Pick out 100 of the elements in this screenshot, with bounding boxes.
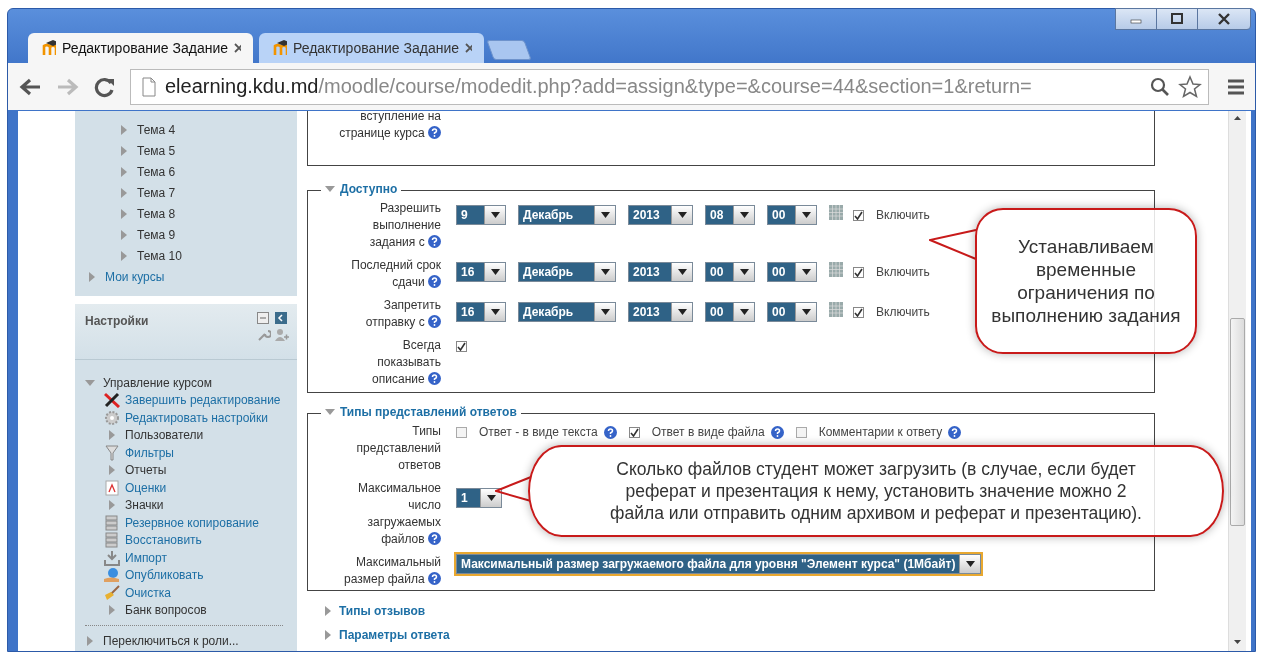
number-select[interactable]: 1: [456, 488, 502, 508]
calendar-icon[interactable]: [829, 204, 843, 220]
date-select[interactable]: 16: [456, 302, 506, 322]
expand-arrow-icon[interactable]: [121, 229, 127, 240]
date-select[interactable]: 00: [767, 262, 817, 282]
browser-tab[interactable]: Редактирование Задание: [259, 33, 484, 63]
search-icon[interactable]: [1150, 76, 1170, 97]
date-select[interactable]: 00: [705, 302, 755, 322]
tree-item[interactable]: Опубликовать: [125, 568, 204, 583]
tree-item[interactable]: Переключиться к роли...: [103, 633, 239, 648]
expand-arrow-icon[interactable]: [109, 430, 115, 441]
expand-arrow-icon[interactable]: [121, 208, 127, 219]
expand-arrow-icon[interactable]: [109, 605, 115, 616]
checkbox[interactable]: [795, 426, 807, 438]
tree-item[interactable]: Значки: [125, 498, 164, 513]
expand-arrow-icon[interactable]: [121, 124, 127, 135]
collapse-arrow-icon[interactable]: [325, 408, 335, 416]
date-select[interactable]: 08: [705, 205, 755, 225]
date-select[interactable]: 2013: [628, 302, 693, 322]
date-select[interactable]: 9: [456, 205, 506, 225]
tree-item[interactable]: Редактировать настройки: [125, 410, 269, 425]
date-select[interactable]: 2013: [628, 262, 693, 282]
minimize-icon[interactable]: [257, 311, 269, 324]
minimize-button[interactable]: [1115, 8, 1157, 30]
checkbox[interactable]: [456, 340, 467, 352]
date-select[interactable]: Декабрь: [518, 262, 616, 282]
close-icon[interactable]: [234, 43, 241, 53]
topic-link[interactable]: Тема 5: [137, 143, 176, 158]
calendar-icon[interactable]: [829, 261, 843, 277]
calendar-icon[interactable]: [829, 301, 843, 317]
topic-link[interactable]: Тема 10: [137, 248, 182, 263]
menu-icon[interactable]: [1227, 78, 1245, 95]
tree-item[interactable]: Пользователи: [125, 428, 204, 443]
dock-icon[interactable]: [275, 311, 287, 324]
star-icon[interactable]: [1178, 74, 1202, 99]
checkbox[interactable]: [853, 306, 864, 318]
expand-arrow-icon[interactable]: [325, 630, 332, 640]
checkbox[interactable]: [628, 426, 640, 438]
help-icon[interactable]: [428, 315, 441, 328]
section-legend[interactable]: Параметры ответа: [339, 628, 450, 642]
expand-arrow-icon[interactable]: [89, 271, 95, 282]
new-tab-button[interactable]: [486, 40, 532, 60]
server-icon: [104, 532, 120, 549]
help-icon[interactable]: [428, 572, 441, 585]
tree-item[interactable]: Банк вопросов: [125, 603, 207, 618]
help-icon[interactable]: [603, 425, 617, 439]
tree-item[interactable]: Завершить редактирование: [125, 393, 281, 408]
date-select[interactable]: Декабрь: [518, 205, 616, 225]
my-courses-link[interactable]: Мои курсы: [105, 269, 165, 284]
help-icon[interactable]: [428, 372, 441, 385]
browser-tab[interactable]: Редактирование Задание: [28, 33, 253, 63]
date-select[interactable]: 00: [767, 205, 817, 225]
expand-arrow-icon[interactable]: [121, 145, 127, 156]
tree-item[interactable]: Отчеты: [125, 463, 167, 478]
maximize-button[interactable]: [1156, 8, 1198, 30]
tree-item[interactable]: Очистка: [125, 585, 171, 600]
scrollbar[interactable]: [1228, 111, 1246, 651]
back-arrow-icon[interactable]: [18, 76, 42, 97]
scrollbar-thumb[interactable]: [1230, 318, 1245, 526]
date-select[interactable]: Декабрь: [518, 302, 616, 322]
size-select[interactable]: Максимальный размер загружаемого файла для уровня "Элемент курса" (1Мбайт): [456, 554, 982, 574]
tree-item[interactable]: Восстановить: [125, 533, 202, 548]
section-legend[interactable]: Типы отзывов: [339, 604, 426, 618]
expand-arrow-icon[interactable]: [109, 465, 115, 476]
help-icon[interactable]: [770, 425, 784, 439]
tree-item[interactable]: Оценки: [125, 480, 167, 495]
close-icon[interactable]: [465, 43, 472, 53]
help-icon[interactable]: [428, 275, 441, 288]
tree-item[interactable]: Резервное копирование: [125, 515, 259, 530]
expand-arrow-icon[interactable]: [121, 187, 127, 198]
topic-link[interactable]: Тема 4: [137, 122, 176, 137]
reload-icon[interactable]: [94, 75, 116, 98]
tree-item[interactable]: Фильтры: [125, 445, 174, 460]
collapse-arrow-icon[interactable]: [325, 185, 335, 193]
topic-link[interactable]: Тема 7: [137, 185, 176, 200]
checkbox[interactable]: [456, 426, 467, 438]
help-icon[interactable]: [428, 235, 441, 248]
topic-link[interactable]: Тема 9: [137, 227, 176, 242]
checkbox[interactable]: [853, 266, 864, 278]
forward-arrow-icon[interactable]: [56, 76, 80, 97]
date-select[interactable]: 2013: [628, 205, 693, 225]
date-select[interactable]: 00: [705, 262, 755, 282]
help-icon[interactable]: [948, 425, 962, 439]
address-bar[interactable]: elearning.kdu.md/moodle/course/modedit.php?add=assign&type=&course=44&section=1&return=: [130, 68, 1209, 105]
expand-arrow-icon[interactable]: [87, 635, 93, 646]
expand-arrow-icon[interactable]: [109, 500, 115, 511]
help-icon[interactable]: [428, 532, 441, 545]
tree-item[interactable]: Управление курсом: [103, 375, 213, 390]
close-button[interactable]: [1197, 8, 1251, 30]
date-select[interactable]: 00: [767, 302, 817, 322]
checkbox[interactable]: [853, 209, 864, 221]
tree-item[interactable]: Импорт: [125, 550, 167, 565]
expand-arrow-icon[interactable]: [121, 166, 127, 177]
expand-arrow-icon[interactable]: [325, 606, 332, 616]
topic-link[interactable]: Тема 6: [137, 164, 176, 179]
collapse-arrow-icon[interactable]: [85, 379, 95, 386]
topic-link[interactable]: Тема 8: [137, 206, 176, 221]
expand-arrow-icon[interactable]: [121, 250, 127, 261]
date-select[interactable]: 16: [456, 262, 506, 282]
help-icon[interactable]: [428, 126, 441, 139]
